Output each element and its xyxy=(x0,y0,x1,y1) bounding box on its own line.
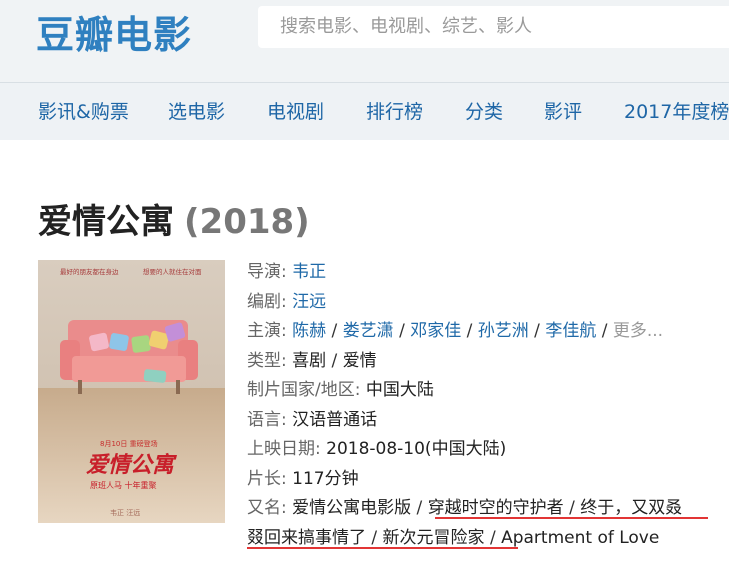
release-value: 2018-08-10(中国大陆) xyxy=(326,439,507,459)
language-value: 汉语普通话 xyxy=(292,409,378,430)
label-language: 语言: xyxy=(247,409,287,430)
info-language: 语言: 汉语普通话 xyxy=(247,406,727,436)
cast-link[interactable]: 陈赫 xyxy=(292,321,326,341)
poster-tagline: 原班人马 十年重聚 xyxy=(90,480,157,490)
douban-movie-logo[interactable]: 豆瓣电影 xyxy=(36,4,192,59)
info-runtime: 片长: 117分钟 xyxy=(247,465,727,495)
aka-value: 爱情公寓电影版 xyxy=(292,498,412,518)
label-director: 导演: xyxy=(247,262,287,282)
label-genre: 类型: xyxy=(247,350,287,371)
cast-link[interactable]: 邓家佳 xyxy=(410,321,461,341)
runtime-value: 117分钟 xyxy=(292,468,359,489)
label-country: 制片国家/地区: xyxy=(247,380,361,400)
movie-title: 爱情公寓 xyxy=(38,202,174,242)
movie-info: 导演: 韦正 编剧: 汪远 主演: 陈赫 / 娄艺潇 / 邓家佳 / 孙艺洲 /… xyxy=(247,258,727,553)
nav-item-ranking[interactable]: 排行榜 xyxy=(366,97,423,124)
annotation-underline xyxy=(247,547,518,549)
info-cast: 主演: 陈赫 / 娄艺潇 / 邓家佳 / 孙艺洲 / 李佳航 / 更多... xyxy=(247,321,664,341)
main-nav: 影讯&购票 选电影 电视剧 排行榜 分类 影评 2017年度榜单 xyxy=(0,82,729,140)
cast-more-link[interactable]: 更多... xyxy=(613,321,663,341)
genre-value: 喜剧 xyxy=(292,350,327,371)
poster-title-art: 爱情公寓 xyxy=(86,452,177,478)
info-country: 制片国家/地区: 中国大陆 xyxy=(247,376,727,406)
info-director: 导演: 韦正 xyxy=(247,258,727,288)
poster-credits: 韦正 汪远 xyxy=(110,509,140,517)
nav-item-category[interactable]: 分类 xyxy=(465,97,503,124)
aka-value: 终于，又双叒 xyxy=(580,498,683,518)
poster-date-badge: 8月10日 重磅登场 xyxy=(100,439,158,448)
top-header: 豆瓣电影 搜索电影、电视剧、综艺、影人 xyxy=(0,0,729,82)
movie-poster[interactable]: 最好的朋友都在身边 想要的人就住在对面 8月10日 重磅登场 爱情公寓 原班人马… xyxy=(38,260,225,523)
director-link[interactable]: 韦正 xyxy=(292,262,326,282)
label-aka: 又名: xyxy=(247,498,287,518)
nav-item-annual-list[interactable]: 2017年度榜单 xyxy=(624,97,729,124)
nav-item-tv[interactable]: 电视剧 xyxy=(267,97,324,124)
label-release: 上映日期: xyxy=(247,439,321,459)
info-writer: 编剧: 汪远 xyxy=(247,288,727,318)
nav-item-choose-movie[interactable]: 选电影 xyxy=(168,97,225,124)
poster-art: 最好的朋友都在身边 想要的人就住在对面 8月10日 重磅登场 爱情公寓 原班人马… xyxy=(38,260,225,523)
search-input[interactable]: 搜索电影、电视剧、综艺、影人 xyxy=(258,6,729,48)
aka-value: Apartment of Love xyxy=(501,527,660,548)
cast-link[interactable]: 娄艺潇 xyxy=(343,321,394,341)
label-writer: 编剧: xyxy=(247,291,287,312)
aka-value: 穿越时空的守护者 xyxy=(427,498,564,518)
annotation-underline xyxy=(435,517,708,519)
movie-year: (2018) xyxy=(184,202,310,242)
country-value: 中国大陆 xyxy=(365,380,434,400)
poster-top-text-right: 想要的人就住在对面 xyxy=(143,267,202,276)
info-aka: 又名: 爱情公寓电影版 / 穿越时空的守护者 / 终于，又双叒 xyxy=(247,498,683,518)
aka-value: 新次元冒险家 xyxy=(382,527,485,548)
poster-top-text-left: 最好的朋友都在身边 xyxy=(60,267,119,276)
info-genre: 类型: 喜剧 / 爱情 xyxy=(247,350,377,371)
label-cast: 主演: xyxy=(247,321,287,341)
info-release: 上映日期: 2018-08-10(中国大陆) xyxy=(247,435,727,465)
genre-value: 爱情 xyxy=(342,350,377,371)
writer-link[interactable]: 汪远 xyxy=(292,292,326,312)
aka-value: 叕回来搞事情了 xyxy=(247,527,366,548)
cast-link[interactable]: 孙艺洲 xyxy=(478,321,529,341)
nav-item-tickets[interactable]: 影讯&购票 xyxy=(38,97,129,124)
cast-link[interactable]: 李佳航 xyxy=(545,321,596,341)
page-title: 爱情公寓 (2018) xyxy=(38,194,310,243)
label-runtime: 片长: xyxy=(247,468,287,489)
nav-item-reviews[interactable]: 影评 xyxy=(544,97,582,124)
